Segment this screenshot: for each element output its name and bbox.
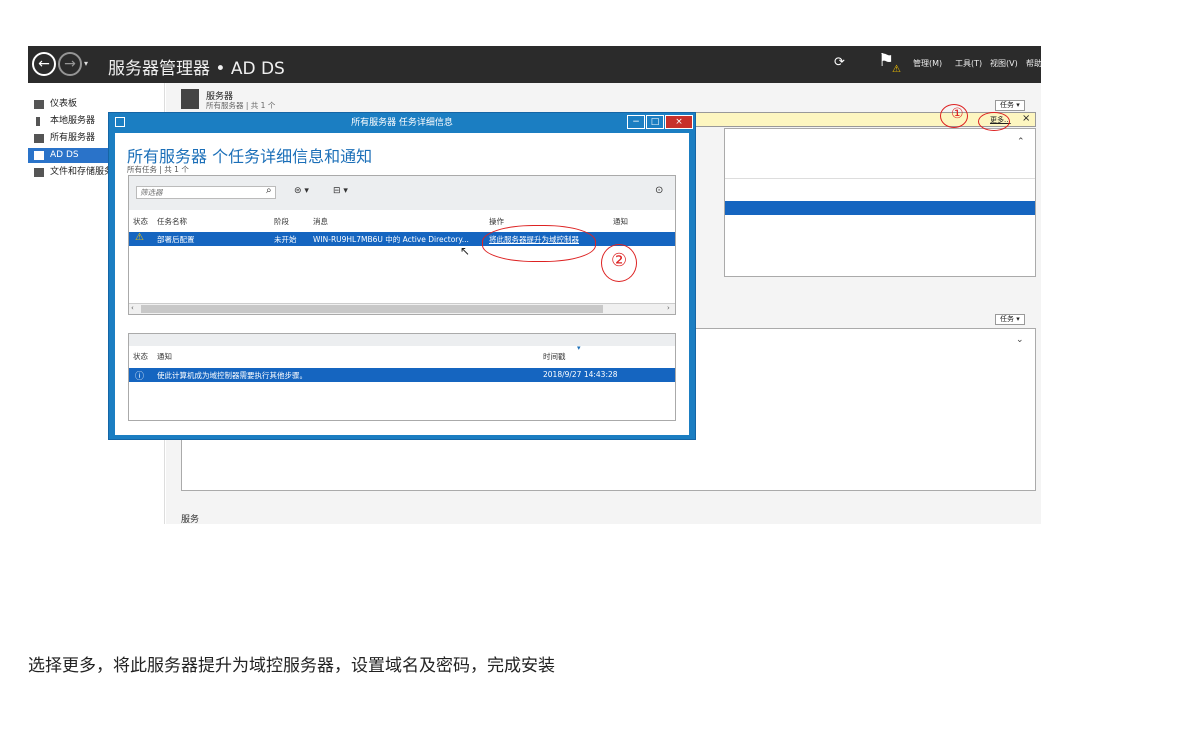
refresh-icon[interactable]: ⟳ xyxy=(834,55,845,70)
storage-icon xyxy=(34,168,44,177)
notif-col-timestamp[interactable]: 时间戳 xyxy=(543,351,566,362)
search-icon[interactable]: ⌕ xyxy=(266,185,272,196)
services-heading: 服务 xyxy=(181,515,200,524)
horizontal-scrollbar[interactable]: ‹ › xyxy=(129,303,675,314)
notification-row[interactable]: ⓘ 使此计算机成为域控制器需要执行其他步骤。 2018/9/27 14:43:2… xyxy=(129,368,675,382)
servers-subtitle: 所有服务器 | 共 1 个 xyxy=(206,101,276,110)
dialog-body: 所有服务器 个任务详细信息和通知 所有任务 | 共 1 个 ⌕ ⊜ ▾ ⊟ ▾ … xyxy=(115,133,689,435)
dialog-subheading: 所有任务 | 共 1 个 xyxy=(127,165,189,174)
task-name: 部署后配置 xyxy=(157,235,195,244)
close-button[interactable]: × xyxy=(665,115,693,129)
col-message[interactable]: 消息 xyxy=(313,216,328,227)
col-action[interactable]: 操作 xyxy=(489,216,504,227)
tasks-button-2[interactable]: 任务 ▾ xyxy=(995,314,1025,325)
mouse-cursor-icon: ↖ xyxy=(460,244,471,258)
notification-time: 2018/9/27 14:43:28 xyxy=(543,370,618,379)
ad-ds-icon xyxy=(34,151,44,160)
servers-list-panel: ⌃ xyxy=(724,128,1036,277)
maximize-button[interactable]: □ xyxy=(646,115,664,129)
menu-help[interactable]: 帮助 xyxy=(1026,58,1041,69)
task-stage: 未开始 xyxy=(274,235,297,244)
filter-input[interactable] xyxy=(136,186,276,199)
history-dropdown-icon[interactable]: ▾ xyxy=(84,59,88,68)
dialog-title: 所有服务器 任务详细信息 xyxy=(351,118,453,128)
servers-icon xyxy=(34,134,44,143)
task-message: WIN-RU9HL7MB6U 中的 Active Directory... xyxy=(313,235,469,244)
tasks-button[interactable]: 任务 ▾ xyxy=(995,100,1025,111)
back-icon[interactable]: ← xyxy=(32,52,56,76)
filter-toolbar: ⌕ ⊜ ▾ ⊟ ▾ ⊙ xyxy=(129,176,675,210)
info-icon: ⓘ xyxy=(135,372,145,382)
sidebar-item-dashboard[interactable]: 仪表板 xyxy=(28,97,165,112)
scroll-left-icon[interactable]: ‹ xyxy=(131,304,134,312)
notification-text: 使此计算机成为域控制器需要执行其他步骤。 xyxy=(157,371,307,380)
menu-view[interactable]: 视图(V) xyxy=(990,58,1018,69)
promote-link-highlight xyxy=(482,225,596,262)
col-task-name[interactable]: 任务名称 xyxy=(157,216,187,227)
list-options-icon[interactable]: ⊜ ▾ xyxy=(294,186,309,196)
col-stage[interactable]: 阶段 xyxy=(274,216,289,227)
warning-icon: ⚠ xyxy=(892,64,901,75)
scroll-right-icon[interactable]: › xyxy=(667,304,670,312)
caption-text: 选择更多，将此服务器提升为域控服务器，设置域名及密码，完成安装 xyxy=(28,656,555,676)
notif-toolbar xyxy=(129,334,675,346)
dashboard-icon xyxy=(34,100,44,109)
title-bar: ← → ▾ 服务器管理器 • AD DS ⟳ ⚑ ⚠ 管理(M) 工具(T) 视… xyxy=(28,46,1041,83)
save-query-icon[interactable]: ⊟ ▾ xyxy=(333,186,348,196)
notif-col-notification[interactable]: 通知 xyxy=(157,351,172,362)
sort-desc-icon: ▾ xyxy=(577,344,581,352)
servers-tile-icon xyxy=(181,89,199,109)
selected-server-row[interactable] xyxy=(725,201,1035,215)
scroll-thumb[interactable] xyxy=(141,305,603,313)
annotation-number-2: ② xyxy=(611,250,628,271)
collapse-icon[interactable]: ⌃ xyxy=(1017,137,1025,147)
expand-icon[interactable]: ⌄ xyxy=(1016,335,1024,345)
divider xyxy=(725,178,1035,179)
more-highlight-circle xyxy=(978,112,1010,131)
notif-col-status[interactable]: 状态 xyxy=(133,351,148,362)
minimize-button[interactable]: − xyxy=(627,115,645,129)
server-icon xyxy=(36,117,40,126)
col-notification[interactable]: 通知 xyxy=(613,216,628,227)
collapse-grid-icon[interactable]: ⊙ xyxy=(655,185,663,196)
close-icon[interactable]: × xyxy=(1022,113,1030,124)
forward-icon[interactable]: → xyxy=(58,52,82,76)
annotation-number-1: ① xyxy=(951,106,964,122)
notification-grid: 状态 通知 时间戳 ▾ ⓘ 使此计算机成为域控制器需要执行其他步骤。 2018/… xyxy=(128,333,676,421)
col-status[interactable]: 状态 xyxy=(133,216,148,227)
menu-tools[interactable]: 工具(T) xyxy=(955,58,982,69)
warning-icon: ⚠ xyxy=(135,232,144,243)
menu-manage[interactable]: 管理(M) xyxy=(913,58,942,69)
window-title: 服务器管理器 • AD DS xyxy=(108,59,285,79)
